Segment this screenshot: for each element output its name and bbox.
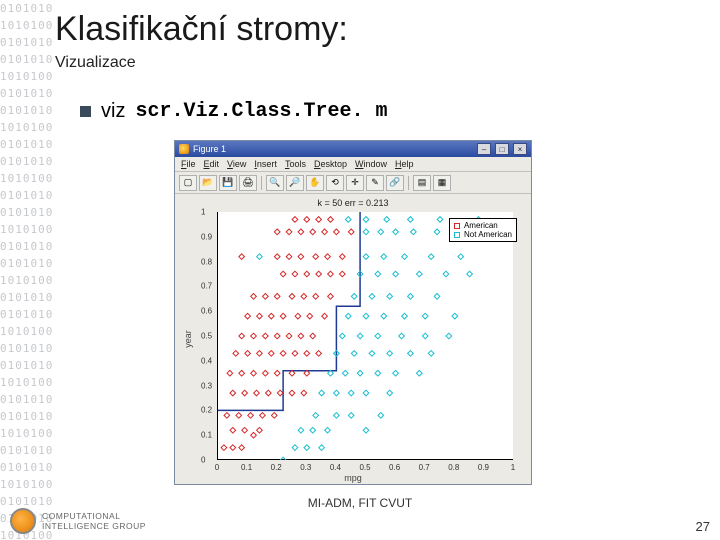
y-axis-label: year [183, 330, 193, 348]
x-tick: 0.5 [359, 463, 370, 472]
toolbar: ▢ 📂 💾 🖨 🔍 🔎 ✋ ⟲ ✛ ✎ 🔗 ▤ ▦ [175, 172, 531, 194]
bullet-text: viz [101, 100, 125, 123]
x-tick: 0.7 [419, 463, 430, 472]
x-tick: 0 [215, 463, 219, 472]
bullet-marker [80, 106, 91, 117]
menu-window[interactable]: Window [355, 159, 387, 169]
slide-subtitle: Vizualizace [55, 54, 136, 72]
print-icon[interactable]: 🖨 [239, 175, 257, 191]
chart-title: k = 50 err = 0.213 [175, 198, 531, 208]
brush-icon[interactable]: ✎ [366, 175, 384, 191]
close-button[interactable]: × [513, 143, 527, 155]
y-tick: 0.1 [201, 431, 212, 440]
rotate-icon[interactable]: ⟲ [326, 175, 344, 191]
x-tick: 0.8 [448, 463, 459, 472]
plot-area: k = 50 err = 0.213 year mpg American Not… [175, 194, 531, 484]
y-tick: 0 [201, 456, 205, 465]
new-icon[interactable]: ▢ [179, 175, 197, 191]
menu-file[interactable]: File [181, 159, 196, 169]
y-tick: 0.5 [201, 332, 212, 341]
maximize-button[interactable]: □ [495, 143, 509, 155]
matlab-icon [179, 144, 189, 154]
code-filename: scr.Viz.Class.Tree. m [135, 100, 387, 123]
y-tick: 0.7 [201, 282, 212, 291]
minimize-button[interactable]: – [477, 143, 491, 155]
open-icon[interactable]: 📂 [199, 175, 217, 191]
window-title: Figure 1 [193, 144, 226, 154]
x-tick: 0.4 [330, 463, 341, 472]
logo-mark-icon [10, 508, 36, 534]
chart-svg [218, 212, 514, 460]
menu-desktop[interactable]: Desktop [314, 159, 347, 169]
colorbar-icon[interactable]: ▤ [413, 175, 431, 191]
legend-marker-american [454, 223, 460, 229]
binary-background: 0101010 1010100 0101010 0101010 1010100 … [0, 0, 52, 540]
page-number: 27 [696, 519, 710, 534]
logo-text-bot: INTELLIGENCE GROUP [42, 521, 146, 531]
legend-icon[interactable]: ▦ [433, 175, 451, 191]
zoom-in-icon[interactable]: 🔍 [266, 175, 284, 191]
menu-edit[interactable]: Edit [204, 159, 220, 169]
zoom-out-icon[interactable]: 🔎 [286, 175, 304, 191]
x-tick: 0.3 [300, 463, 311, 472]
link-icon[interactable]: 🔗 [386, 175, 404, 191]
cig-logo: COMPUTATIONAL INTELLIGENCE GROUP [10, 508, 146, 534]
legend-label-american: American [464, 221, 498, 230]
legend-label-not-american: Not American [464, 230, 512, 239]
window-titlebar: Figure 1 – □ × [175, 141, 531, 157]
x-tick: 1 [511, 463, 515, 472]
menu-help[interactable]: Help [395, 159, 414, 169]
y-tick: 1 [201, 208, 205, 217]
x-tick: 0.6 [389, 463, 400, 472]
save-icon[interactable]: 💾 [219, 175, 237, 191]
legend: American Not American [449, 218, 517, 242]
menu-tools[interactable]: Tools [285, 159, 306, 169]
axes [217, 212, 513, 460]
logo-text-top: COMPUTATIONAL [42, 511, 146, 521]
y-tick: 0.4 [201, 356, 212, 365]
data-cursor-icon[interactable]: ✛ [346, 175, 364, 191]
legend-marker-not-american [454, 232, 460, 238]
slide-title: Klasifikační stromy: [55, 10, 348, 49]
y-tick: 0.8 [201, 257, 212, 266]
bullet-item: viz scr.Viz.Class.Tree. m [80, 100, 388, 123]
pan-icon[interactable]: ✋ [306, 175, 324, 191]
menu-view[interactable]: View [227, 159, 246, 169]
x-tick: 0.2 [271, 463, 282, 472]
y-tick: 0.9 [201, 232, 212, 241]
x-axis-label: mpg [175, 473, 531, 483]
y-tick: 0.3 [201, 381, 212, 390]
y-tick: 0.2 [201, 406, 212, 415]
x-tick: 0.9 [478, 463, 489, 472]
y-tick: 0.6 [201, 307, 212, 316]
x-tick: 0.1 [241, 463, 252, 472]
menu-insert[interactable]: Insert [254, 159, 277, 169]
matlab-figure-window: Figure 1 – □ × File Edit View Insert Too… [174, 140, 532, 485]
menubar: File Edit View Insert Tools Desktop Wind… [175, 157, 531, 172]
